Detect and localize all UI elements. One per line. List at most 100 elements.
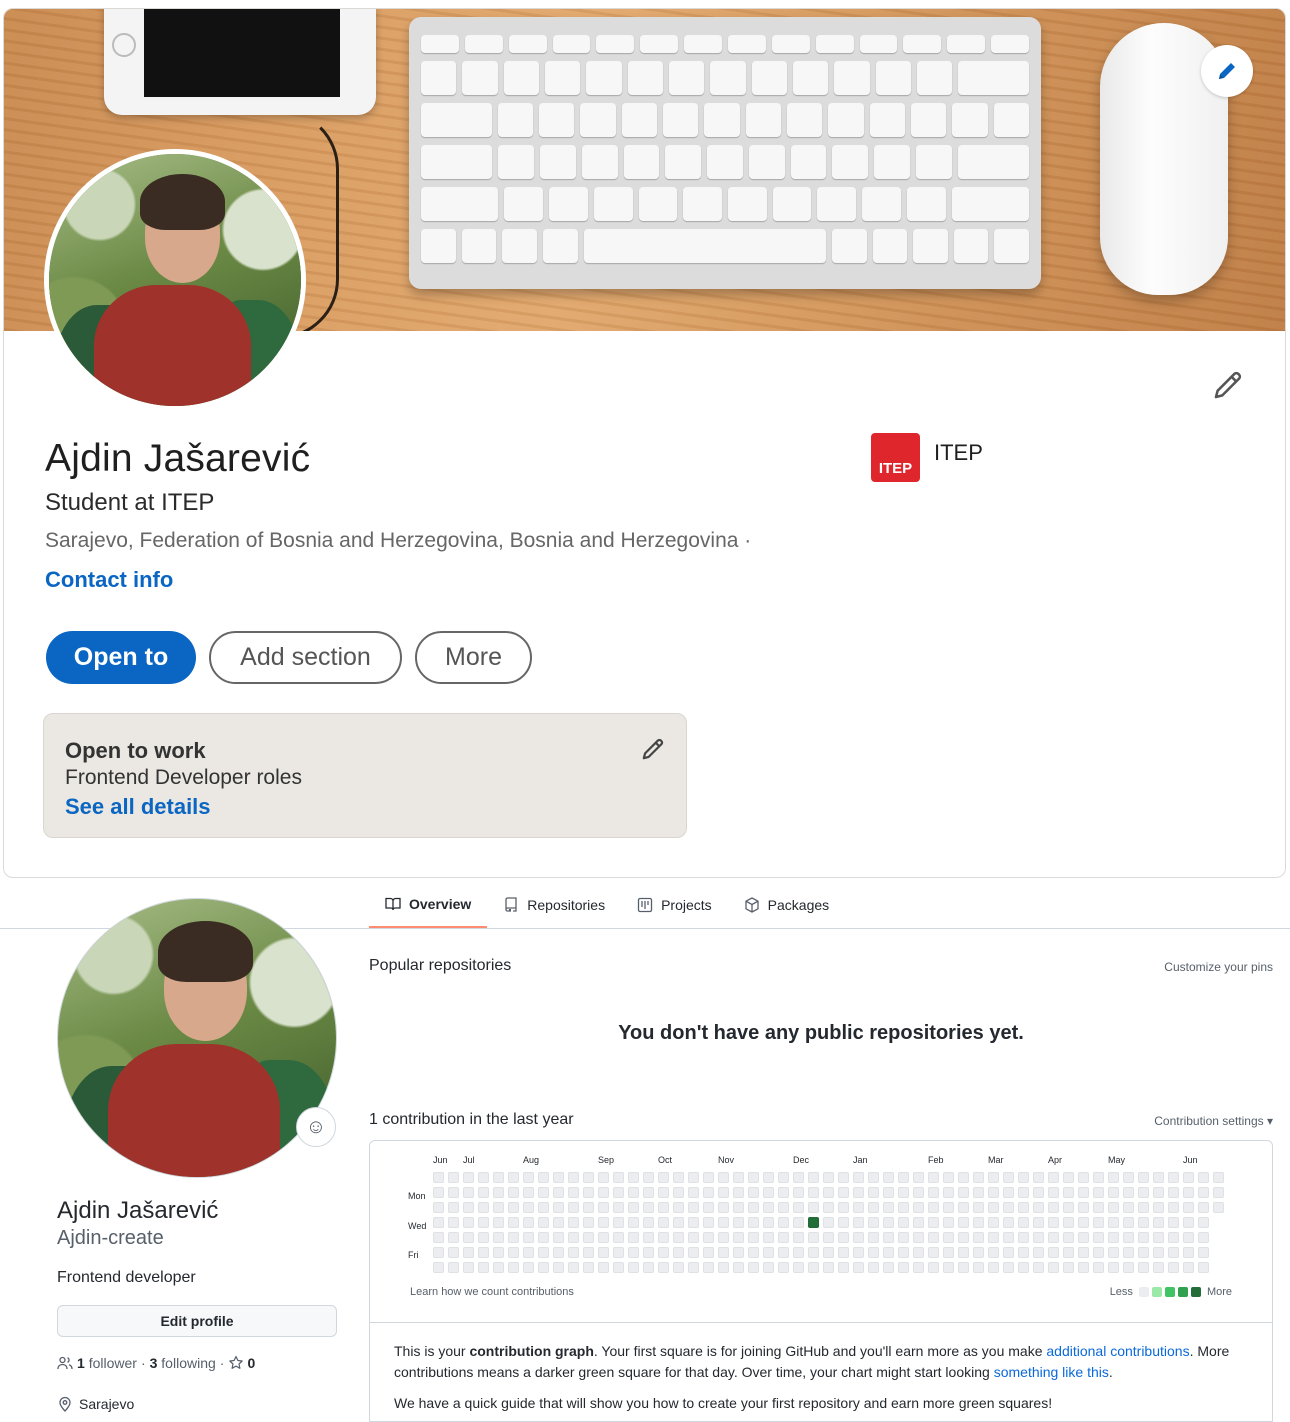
contribution-cell[interactable] xyxy=(538,1262,549,1273)
contribution-cell[interactable] xyxy=(943,1262,954,1273)
contribution-cell[interactable] xyxy=(448,1217,459,1228)
contribution-cell[interactable] xyxy=(898,1172,909,1183)
stars-link[interactable]: 0 xyxy=(228,1355,255,1371)
contribution-cell[interactable] xyxy=(988,1232,999,1243)
contribution-cell[interactable] xyxy=(523,1187,534,1198)
contribution-cell[interactable] xyxy=(763,1202,774,1213)
contribution-cell[interactable] xyxy=(763,1262,774,1273)
contribution-cell[interactable] xyxy=(718,1202,729,1213)
contribution-cell[interactable] xyxy=(958,1262,969,1273)
contribution-cell[interactable] xyxy=(583,1217,594,1228)
contribution-cell[interactable] xyxy=(808,1202,819,1213)
contribution-cell[interactable] xyxy=(553,1217,564,1228)
contribution-cell[interactable] xyxy=(1168,1202,1179,1213)
contribution-cell[interactable] xyxy=(1108,1187,1119,1198)
contribution-cell[interactable] xyxy=(958,1202,969,1213)
contribution-cell[interactable] xyxy=(823,1247,834,1258)
contribution-cell[interactable] xyxy=(1198,1217,1209,1228)
contribution-cell[interactable] xyxy=(688,1217,699,1228)
contribution-cell[interactable] xyxy=(808,1172,819,1183)
contribution-cell[interactable] xyxy=(1093,1247,1104,1258)
contribution-cell[interactable] xyxy=(538,1172,549,1183)
contribution-cell[interactable] xyxy=(793,1232,804,1243)
contribution-cell[interactable] xyxy=(778,1262,789,1273)
contribution-cell[interactable] xyxy=(913,1262,924,1273)
contribution-cell[interactable] xyxy=(958,1172,969,1183)
contribution-cell[interactable] xyxy=(613,1247,624,1258)
contribution-cell[interactable] xyxy=(1138,1232,1149,1243)
contribution-cell[interactable] xyxy=(433,1187,444,1198)
contribution-cell[interactable] xyxy=(628,1262,639,1273)
followers-link[interactable]: 1 follower xyxy=(77,1355,137,1371)
contribution-cell[interactable] xyxy=(808,1232,819,1243)
contribution-cell[interactable] xyxy=(718,1172,729,1183)
contribution-cell[interactable] xyxy=(943,1187,954,1198)
contribution-cell[interactable] xyxy=(793,1202,804,1213)
contribution-cell[interactable] xyxy=(598,1247,609,1258)
contribution-cell[interactable] xyxy=(463,1217,474,1228)
contribution-cell[interactable] xyxy=(838,1247,849,1258)
more-button[interactable]: More xyxy=(415,631,532,684)
contribution-cell[interactable] xyxy=(778,1217,789,1228)
contribution-cell[interactable] xyxy=(1033,1247,1044,1258)
contribution-cell[interactable] xyxy=(553,1262,564,1273)
contribution-cell[interactable] xyxy=(703,1232,714,1243)
contribution-cell[interactable] xyxy=(658,1217,669,1228)
contribution-cell[interactable] xyxy=(898,1262,909,1273)
contribution-cell[interactable] xyxy=(553,1247,564,1258)
contribution-cell[interactable] xyxy=(1153,1217,1164,1228)
contribution-cell[interactable] xyxy=(523,1217,534,1228)
contribution-cell[interactable] xyxy=(928,1172,939,1183)
contribution-cell[interactable] xyxy=(478,1172,489,1183)
contribution-cell[interactable] xyxy=(868,1217,879,1228)
contribution-cell[interactable] xyxy=(613,1262,624,1273)
contribution-cell[interactable] xyxy=(883,1262,894,1273)
contribution-cell[interactable] xyxy=(868,1172,879,1183)
contribution-cell[interactable] xyxy=(1153,1262,1164,1273)
contribution-cell[interactable] xyxy=(508,1247,519,1258)
contribution-cell[interactable] xyxy=(1093,1262,1104,1273)
contribution-cell[interactable] xyxy=(433,1202,444,1213)
contribution-cell[interactable] xyxy=(823,1262,834,1273)
contribution-cell[interactable] xyxy=(433,1262,444,1273)
contribution-cell[interactable] xyxy=(493,1232,504,1243)
contribution-cell[interactable] xyxy=(928,1247,939,1258)
contribution-cell[interactable] xyxy=(1048,1232,1059,1243)
contribution-cell[interactable] xyxy=(778,1187,789,1198)
contribution-cell[interactable] xyxy=(1003,1172,1014,1183)
contribution-cell[interactable] xyxy=(1213,1172,1224,1183)
contribution-cell[interactable] xyxy=(568,1202,579,1213)
contribution-cell[interactable] xyxy=(778,1202,789,1213)
contribution-cell[interactable] xyxy=(1108,1247,1119,1258)
contribution-cell[interactable] xyxy=(913,1187,924,1198)
contribution-cell[interactable] xyxy=(1093,1187,1104,1198)
contribution-cell[interactable] xyxy=(613,1172,624,1183)
contribution-cell[interactable] xyxy=(823,1172,834,1183)
contribution-cell[interactable] xyxy=(928,1187,939,1198)
tab-packages[interactable]: Packages xyxy=(728,882,845,928)
contribution-cell[interactable] xyxy=(628,1217,639,1228)
contribution-cell[interactable] xyxy=(598,1202,609,1213)
contribution-cell[interactable] xyxy=(463,1232,474,1243)
contribution-cell[interactable] xyxy=(1213,1202,1224,1213)
contribution-cell[interactable] xyxy=(1093,1232,1104,1243)
contribution-cell[interactable] xyxy=(523,1247,534,1258)
contribution-cell[interactable] xyxy=(1063,1217,1074,1228)
contribution-cell[interactable] xyxy=(433,1232,444,1243)
contribution-cell[interactable] xyxy=(583,1187,594,1198)
contribution-cell[interactable] xyxy=(463,1202,474,1213)
contribution-cell[interactable] xyxy=(1033,1172,1044,1183)
contribution-cell[interactable] xyxy=(628,1247,639,1258)
contribution-cell[interactable] xyxy=(943,1247,954,1258)
contribution-cell[interactable] xyxy=(973,1217,984,1228)
contribution-cell[interactable] xyxy=(943,1172,954,1183)
contribution-cell[interactable] xyxy=(958,1217,969,1228)
contribution-cell[interactable] xyxy=(583,1172,594,1183)
contribution-cell[interactable] xyxy=(793,1172,804,1183)
contribution-cell[interactable] xyxy=(883,1217,894,1228)
contribution-cell[interactable] xyxy=(808,1262,819,1273)
contribution-cell[interactable] xyxy=(808,1187,819,1198)
contribution-cell[interactable] xyxy=(1048,1217,1059,1228)
contribution-cell[interactable] xyxy=(913,1247,924,1258)
contribution-cell[interactable] xyxy=(1123,1217,1134,1228)
